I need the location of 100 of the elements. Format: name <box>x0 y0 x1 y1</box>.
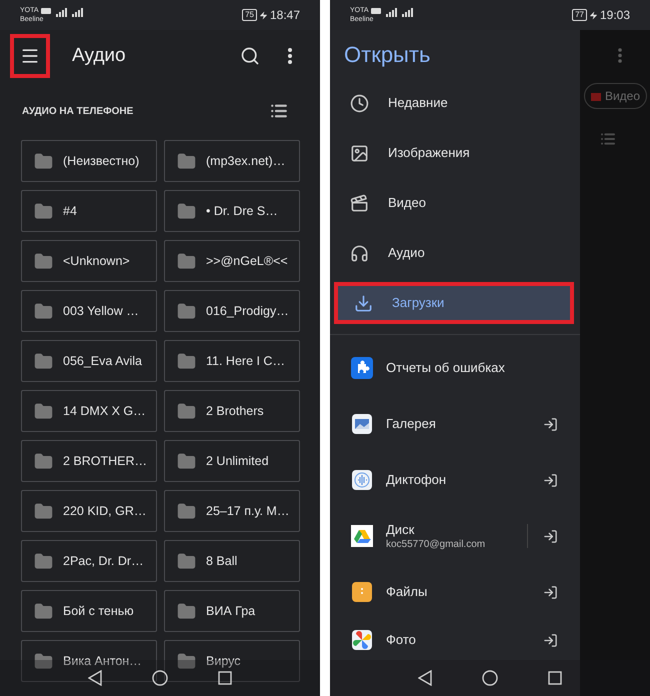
folder-name: Вика Антон… <box>63 652 142 670</box>
folder-card[interactable]: 056_Eva Avila <box>21 340 157 382</box>
signal-icon <box>54 7 84 17</box>
folder-icon <box>177 152 196 170</box>
drawer-item[interactable]: Аудио <box>334 232 574 274</box>
folder-card[interactable]: 14 DMX X G… <box>21 390 157 432</box>
folder-icon <box>177 252 196 270</box>
folder-card[interactable]: (Неизвестно) <box>21 140 157 182</box>
signal-icon <box>384 7 414 17</box>
back-button[interactable] <box>88 670 102 686</box>
recents-button[interactable] <box>548 671 562 685</box>
charging-icon <box>258 10 268 20</box>
folder-card[interactable]: (mp3ex.net)… <box>164 140 300 182</box>
folder-icon <box>34 452 53 470</box>
app-item[interactable]: Отчеты об ошибках <box>330 340 580 396</box>
gallery-icon <box>352 414 372 434</box>
folder-card[interactable]: <Unknown> <box>21 240 157 282</box>
app-item[interactable]: Файлы <box>330 564 580 620</box>
folder-card[interactable]: 2 Unlimited <box>164 440 300 482</box>
drawer-item[interactable]: Видео <box>334 182 574 224</box>
folder-name: 003 Yellow … <box>63 302 139 320</box>
folder-icon <box>177 402 196 420</box>
home-button[interactable] <box>152 670 168 686</box>
battery-indicator: 77 <box>572 9 587 21</box>
folder-icon <box>34 152 53 170</box>
app-item[interactable]: Галерея <box>330 396 580 452</box>
open-app-icon[interactable] <box>543 528 558 544</box>
folder-card[interactable]: 11. Here I C… <box>164 340 300 382</box>
folder-name: 2 Unlimited <box>206 452 269 470</box>
app-name: Галерея <box>386 416 437 432</box>
section-title: АУДИО НА ТЕЛЕФОНЕ <box>22 104 134 118</box>
menu-button[interactable] <box>10 34 50 78</box>
folder-card[interactable]: 003 Yellow … <box>21 290 157 332</box>
app-name: Отчеты об ошибках <box>386 360 506 376</box>
app-name: Диск <box>386 522 416 538</box>
drawer-item[interactable]: Загрузки <box>334 282 574 324</box>
folder-icon <box>177 202 196 220</box>
folder-card[interactable]: ВИА Гра <box>164 590 300 632</box>
folder-name: 14 DMX X G… <box>63 402 146 420</box>
folder-card[interactable]: 016_Prodigy… <box>164 290 300 332</box>
download-icon <box>354 294 373 312</box>
image-icon <box>350 144 369 162</box>
folder-card[interactable]: • Dr. Dre S… <box>164 190 300 232</box>
recents-button[interactable] <box>218 671 232 685</box>
app-name: Диктофон <box>386 472 448 488</box>
folder-icon <box>177 652 196 670</box>
list-view-icon <box>600 131 616 147</box>
folder-card[interactable]: 2Pac, Dr. Dr… <box>21 540 157 582</box>
charging-icon <box>588 10 598 20</box>
folder-name: #4 <box>63 202 77 220</box>
folder-card[interactable]: Вика Антон… <box>21 640 157 682</box>
folder-name: 8 Ball <box>206 552 238 570</box>
voice-recorder-icon <box>352 470 372 490</box>
search-icon[interactable] <box>240 46 260 66</box>
screen-title: Аудио <box>72 44 127 68</box>
drawer-title: Открыть <box>344 40 430 69</box>
folder-icon <box>34 602 53 620</box>
folder-card[interactable]: Вирус <box>164 640 300 682</box>
folder-icon <box>34 502 53 520</box>
folder-card[interactable]: #4 <box>21 190 157 232</box>
app-item[interactable]: Фото <box>330 620 580 660</box>
folder-name: (mp3ex.net)… <box>206 152 286 170</box>
clock-time: 18:47 <box>270 7 300 24</box>
home-button[interactable] <box>482 670 498 686</box>
folder-name: 056_Eva Avila <box>63 352 142 370</box>
files-icon <box>352 582 372 602</box>
clock-time: 19:03 <box>600 7 630 24</box>
folder-name: ВИА Гра <box>206 602 256 620</box>
folder-icon <box>34 402 53 420</box>
folder-card[interactable]: 2 Brothers <box>164 390 300 432</box>
app-item[interactable]: Диск koc55770@gmail.com <box>330 508 580 564</box>
back-button[interactable] <box>418 670 432 686</box>
folder-icon <box>34 652 53 670</box>
folder-icon <box>34 552 53 570</box>
folder-card[interactable]: 220 KID, GR… <box>21 490 157 532</box>
app-item[interactable]: Диктофон <box>330 452 580 508</box>
headphones-icon <box>350 244 369 262</box>
folder-name: 25–17 п.у. M… <box>206 502 290 520</box>
open-app-icon[interactable] <box>543 416 558 432</box>
more-options-icon[interactable] <box>288 48 292 64</box>
list-view-icon[interactable] <box>270 102 288 120</box>
puzzle-icon <box>351 357 373 379</box>
folder-card[interactable]: >>@nGeL®<< <box>164 240 300 282</box>
folder-card[interactable]: 2 BROTHER… <box>21 440 157 482</box>
folder-icon <box>177 552 196 570</box>
folder-icon <box>34 302 53 320</box>
drawer-item[interactable]: Изображения <box>334 132 574 174</box>
folder-icon <box>34 252 53 270</box>
folder-card[interactable]: 25–17 п.у. M… <box>164 490 300 532</box>
folder-icon <box>177 602 196 620</box>
open-app-icon[interactable] <box>543 632 558 648</box>
more-options-icon <box>618 48 622 63</box>
folder-name: • Dr. Dre S… <box>206 202 278 220</box>
clock-icon <box>350 94 369 112</box>
open-app-icon[interactable] <box>543 472 558 488</box>
open-app-icon[interactable] <box>543 584 558 600</box>
folder-card[interactable]: 8 Ball <box>164 540 300 582</box>
drawer-item[interactable]: Недавние <box>334 82 574 124</box>
folder-card[interactable]: Бой с тенью <box>21 590 157 632</box>
folder-name: >>@nGeL®<< <box>206 252 288 270</box>
